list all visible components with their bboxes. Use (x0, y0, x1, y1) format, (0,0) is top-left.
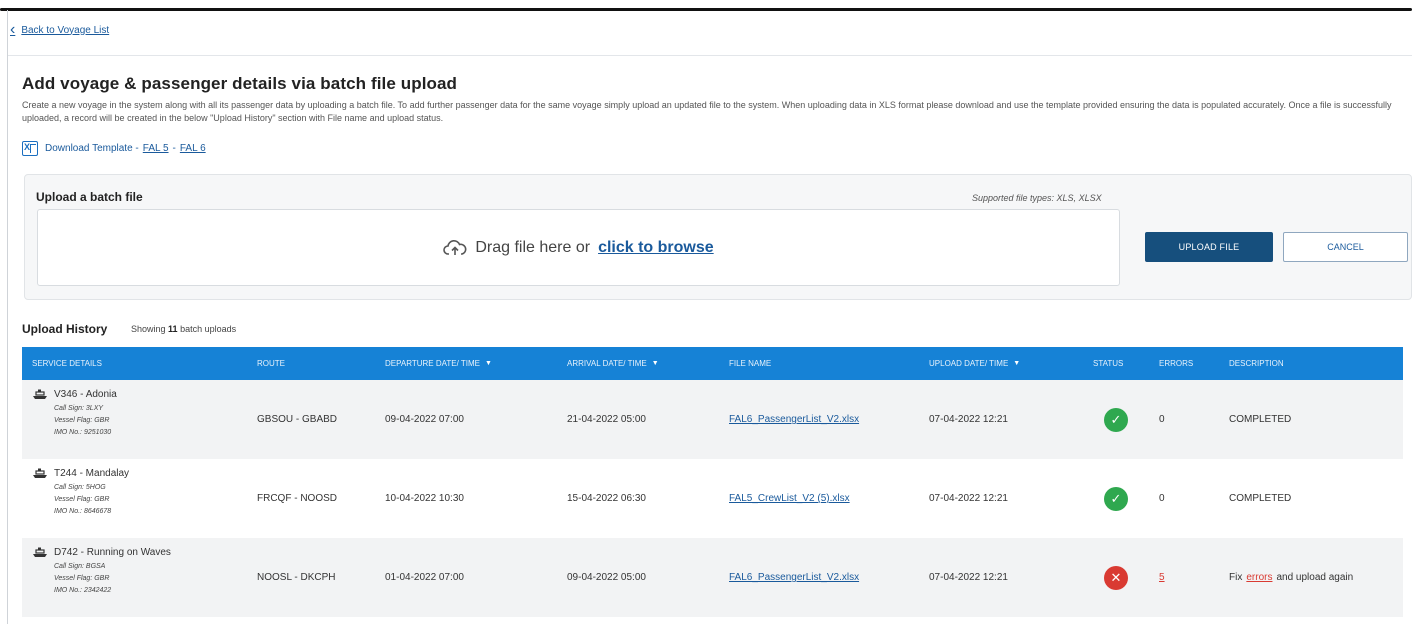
col-service-details: SERVICE DETAILS (32, 347, 102, 380)
service-details-cell: T244 - Mandalay Call Sign: 5HOG Vessel F… (32, 467, 129, 518)
sort-down-icon: ▼ (1013, 360, 1021, 367)
col-route-label: ROUTE (257, 359, 285, 368)
col-file-label: FILE NAME (729, 359, 772, 368)
success-check-icon: ✓ (1104, 407, 1128, 432)
window-top-border (0, 8, 1412, 11)
call-sign: Call Sign: 3LXY (54, 405, 104, 412)
vessel-flag: Vessel Flag: GBR (54, 496, 110, 503)
col-route: ROUTE (257, 347, 285, 380)
window-left-border (7, 10, 8, 624)
back-to-voyage-list-link[interactable]: ‹ Back to Voyage List (10, 22, 109, 38)
error-x-icon: ✕ (1104, 565, 1128, 590)
col-upload-date[interactable]: UPLOAD DATE/ TIME ▼ (929, 347, 1020, 380)
departure-cell: 10-04-2022 10:30 (385, 493, 464, 504)
upload-history-count: Showing 11 batch uploads (131, 324, 236, 334)
upload-date-cell: 07-04-2022 12:21 (929, 493, 1008, 504)
cancel-button[interactable]: CANCEL (1283, 232, 1408, 262)
arrival-cell: 21-04-2022 05:00 (567, 414, 646, 425)
chevron-left-icon: ‹ (10, 21, 16, 38)
supported-file-types: Supported file types: XLS, XLSX (972, 193, 1102, 203)
dropzone-text: Drag file here or (475, 238, 591, 256)
errors-count-link[interactable]: 5 (1159, 572, 1165, 583)
upload-panel-title: Upload a batch file (36, 190, 143, 204)
service-details-cell: D742 - Running on Waves Call Sign: BGSA … (32, 546, 171, 597)
sort-down-icon: ▼ (484, 360, 492, 367)
service-name: V346 - Adonia (54, 388, 117, 400)
col-upload-label: UPLOAD DATE/ TIME (929, 359, 1009, 368)
call-sign: Call Sign: 5HOG (54, 484, 106, 491)
template-separator: - (172, 143, 176, 154)
history-count-suffix: batch uploads (180, 324, 237, 334)
col-service-label: SERVICE DETAILS (32, 359, 102, 368)
description-cell: COMPLETED (1229, 493, 1292, 504)
upload-date-cell: 07-04-2022 12:21 (929, 572, 1008, 583)
errors-count: 0 (1159, 493, 1165, 504)
departure-cell: 01-04-2022 07:00 (385, 572, 464, 583)
table-header: SERVICE DETAILS ROUTE DEPARTURE DATE/ TI… (22, 347, 1403, 380)
cloud-upload-icon (443, 239, 467, 257)
col-description: DESCRIPTION (1229, 347, 1284, 380)
file-dropzone[interactable]: Drag file here or click to browse (37, 209, 1120, 286)
history-count-prefix: Showing (131, 324, 166, 334)
download-template-row: Download Template - FAL 5 - FAL 6 (22, 141, 206, 156)
arrival-cell: 09-04-2022 05:00 (567, 572, 646, 583)
success-check-icon: ✓ (1104, 486, 1128, 511)
description-suffix: and upload again (1276, 572, 1354, 583)
ship-icon (32, 388, 48, 400)
ship-icon (32, 546, 48, 558)
imo-number: IMO No.: 9251030 (54, 429, 112, 436)
upload-file-button[interactable]: UPLOAD FILE (1145, 232, 1273, 262)
table-row: V346 - Adonia Call Sign: 3LXY Vessel Fla… (22, 380, 1403, 459)
history-count-number: 11 (168, 324, 178, 334)
imo-number: IMO No.: 2342422 (54, 587, 112, 594)
upload-history-table: SERVICE DETAILS ROUTE DEPARTURE DATE/ TI… (22, 347, 1403, 617)
back-link-label: Back to Voyage List (21, 24, 110, 36)
file-name-link[interactable]: FAL6_PassengerList_V2.xlsx (729, 572, 859, 583)
col-errors-label: ERRORS (1159, 359, 1194, 368)
excel-icon (22, 141, 38, 156)
ship-icon (32, 467, 48, 479)
departure-cell: 09-04-2022 07:00 (385, 414, 464, 425)
vessel-flag: Vessel Flag: GBR (54, 417, 110, 424)
route-cell: GBSOU - GBABD (257, 414, 338, 425)
service-details-cell: V346 - Adonia Call Sign: 3LXY Vessel Fla… (32, 388, 117, 439)
col-status: STATUS (1093, 347, 1123, 380)
errors-link[interactable]: errors (1246, 572, 1272, 583)
errors-count: 0 (1159, 414, 1165, 425)
template-fal5-link[interactable]: FAL 5 (143, 143, 169, 154)
vessel-flag: Vessel Flag: GBR (54, 575, 110, 582)
imo-number: IMO No.: 8646678 (54, 508, 112, 515)
service-name: T244 - Mandalay (54, 467, 130, 479)
col-arrival[interactable]: ARRIVAL DATE/ TIME ▼ (567, 347, 659, 380)
col-arrival-label: ARRIVAL DATE/ TIME (567, 359, 647, 368)
col-departure-label: DEPARTURE DATE/ TIME (385, 359, 480, 368)
sort-down-icon: ▼ (651, 360, 659, 367)
service-name: D742 - Running on Waves (54, 546, 171, 558)
header-divider (8, 55, 1412, 56)
table-row: D742 - Running on Waves Call Sign: BGSA … (22, 538, 1403, 617)
click-to-browse-link[interactable]: click to browse (598, 239, 714, 257)
page-description: Create a new voyage in the system along … (22, 100, 1392, 123)
file-name-link[interactable]: FAL6_PassengerList_V2.xlsx (729, 414, 859, 425)
download-template-label: Download Template - (45, 143, 139, 154)
route-cell: FRCQF - NOOSD (257, 493, 337, 504)
upload-history-title: Upload History (22, 322, 108, 336)
page-title: Add voyage & passenger details via batch… (22, 74, 458, 93)
description-cell: COMPLETED (1229, 414, 1292, 425)
arrival-cell: 15-04-2022 06:30 (567, 493, 646, 504)
col-description-label: DESCRIPTION (1229, 359, 1284, 368)
table-row: T244 - Mandalay Call Sign: 5HOG Vessel F… (22, 459, 1403, 538)
call-sign: Call Sign: BGSA (54, 563, 106, 570)
col-file-name: FILE NAME (729, 347, 771, 380)
file-name-link[interactable]: FAL5_CrewList_V2 (5).xlsx (729, 493, 850, 504)
col-departure[interactable]: DEPARTURE DATE/ TIME ▼ (385, 347, 492, 380)
col-status-label: STATUS (1093, 359, 1124, 368)
description-cell: Fix errors and upload again (1229, 538, 1353, 617)
route-cell: NOOSL - DKCPH (257, 572, 336, 583)
description-prefix: Fix (1229, 572, 1243, 583)
template-fal6-link[interactable]: FAL 6 (180, 143, 206, 154)
upload-date-cell: 07-04-2022 12:21 (929, 414, 1008, 425)
col-errors: ERRORS (1159, 347, 1193, 380)
